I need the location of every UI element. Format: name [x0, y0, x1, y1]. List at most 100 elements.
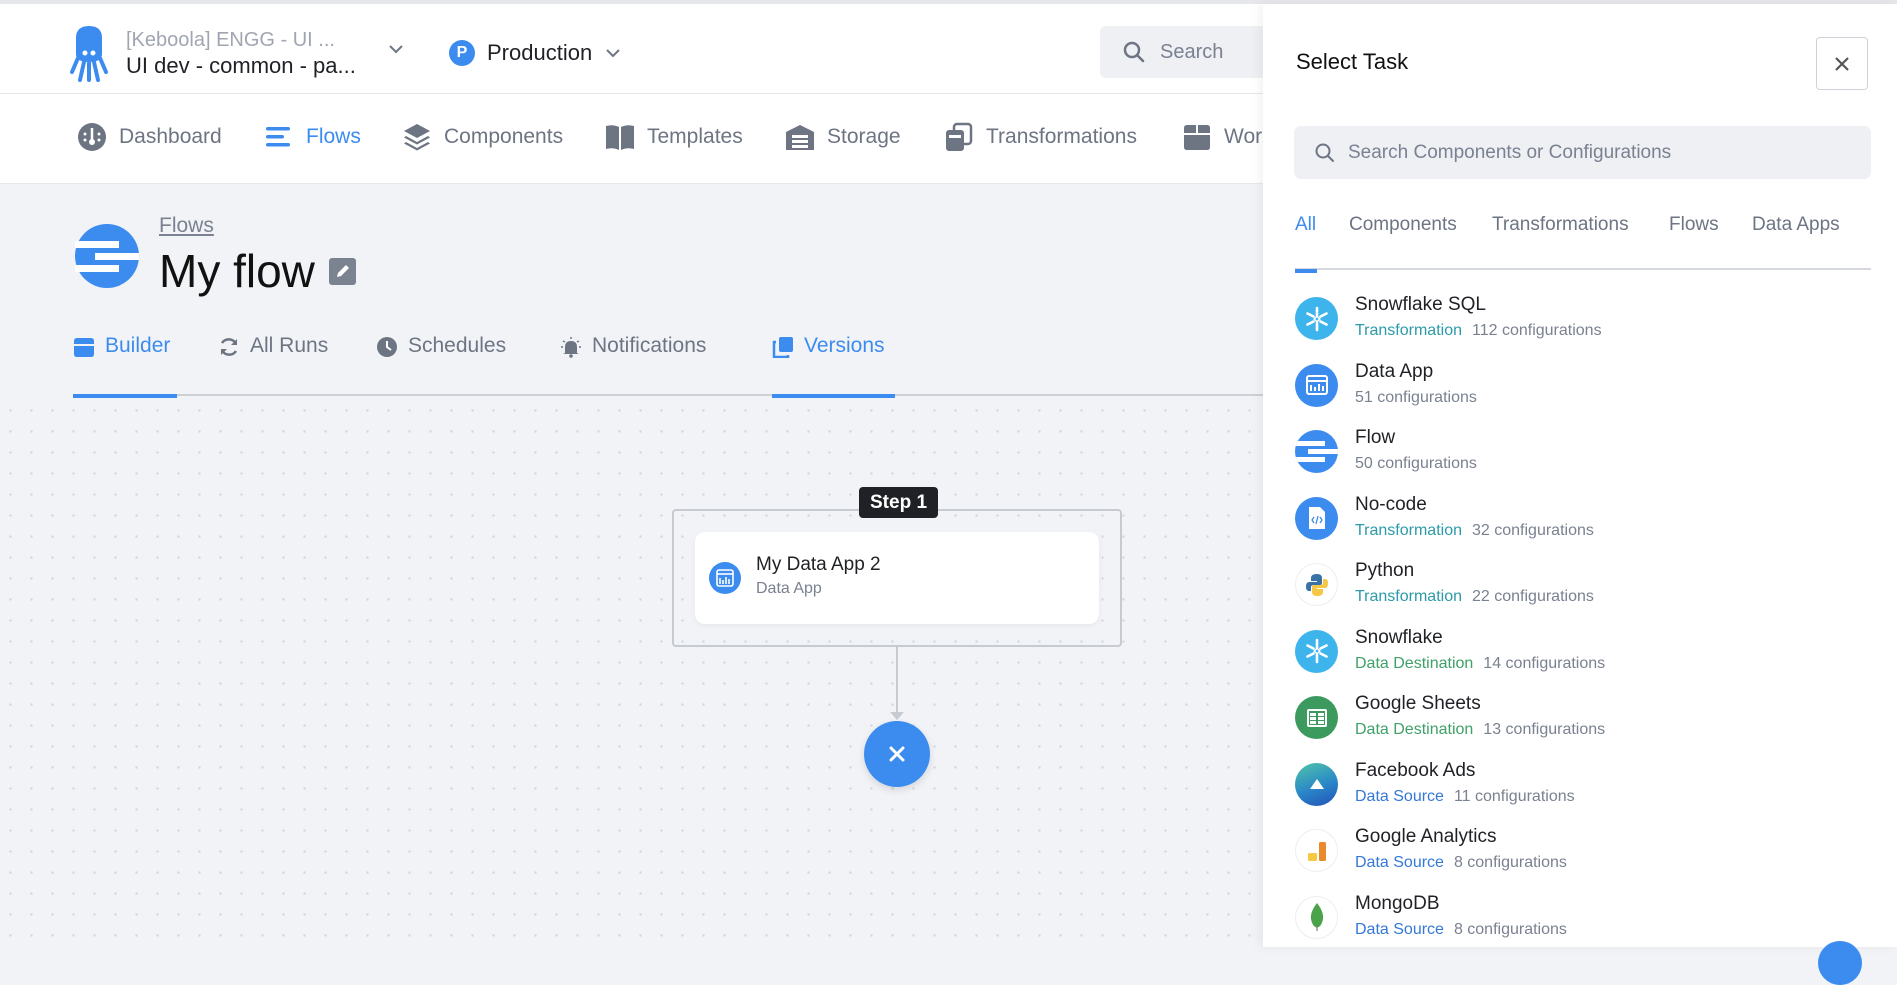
- close-icon: [1835, 56, 1849, 71]
- tab-label: Schedules: [408, 334, 507, 357]
- copy-icon: [772, 337, 793, 358]
- item-config-count: 51 configurations: [1355, 388, 1477, 406]
- panel-tab-transformations[interactable]: Transformations: [1492, 214, 1629, 236]
- panel-tab-components[interactable]: Components: [1349, 214, 1457, 236]
- tab-label: Builder: [105, 334, 171, 357]
- list-item[interactable]: Google Analytics Data Source 8 configurat…: [1295, 826, 1865, 893]
- item-meta: Data Source 8 configurations: [1355, 921, 1567, 939]
- environment-name: Production: [487, 40, 593, 65]
- item-category: Transformation: [1355, 322, 1462, 339]
- select-task-panel: Select Task All Components Transformatio…: [1263, 4, 1897, 947]
- list-item[interactable]: Data App 51 configurations: [1295, 361, 1865, 428]
- item-meta: Data Source 11 configurations: [1355, 788, 1575, 806]
- list-item[interactable]: Google Sheets Data Destination 13 configu…: [1295, 693, 1865, 760]
- flows-icon: [266, 127, 290, 147]
- layers-icon: [404, 124, 430, 151]
- item-category: Data Source: [1355, 787, 1444, 805]
- data-app-icon: [1295, 363, 1338, 407]
- google-analytics-icon: [1295, 829, 1338, 872]
- tab-versions[interactable]: Versions: [772, 330, 895, 398]
- nav-item-label: Templates: [647, 125, 743, 148]
- component-search[interactable]: [1294, 126, 1871, 179]
- tab-all-runs[interactable]: All Runs: [218, 330, 328, 396]
- facebook-ads-icon: [1295, 762, 1338, 806]
- item-meta: Data Source 8 configurations: [1355, 854, 1567, 872]
- box-icon: [74, 338, 94, 357]
- list-item[interactable]: Snowflake Data Destination 14 configurati…: [1295, 627, 1865, 694]
- list-item[interactable]: Facebook Ads Data Source 11 configuration…: [1295, 760, 1865, 827]
- box-icon: [1184, 125, 1210, 150]
- flow-canvas[interactable]: [0, 400, 1263, 947]
- item-meta: Transformation 32 configurations: [1355, 522, 1594, 540]
- nav-item-label: Wor: [1224, 125, 1263, 148]
- item-category: Data Destination: [1355, 654, 1474, 672]
- item-config-count: 50 configurations: [1355, 455, 1477, 472]
- tab-label: Versions: [804, 334, 885, 357]
- close-add-task-button[interactable]: [864, 721, 930, 787]
- item-meta: 50 configurations: [1355, 455, 1477, 473]
- mongodb-icon: [1295, 895, 1338, 939]
- environment-selector[interactable]: P Production: [449, 40, 622, 66]
- item-config-count: 14 configurations: [1483, 654, 1606, 672]
- panel-tab-flows[interactable]: Flows: [1669, 214, 1719, 236]
- edit-title-button[interactable]: [328, 257, 356, 285]
- nav-item-transformations[interactable]: Transformations: [944, 122, 1137, 152]
- nav-item-components[interactable]: Components: [402, 122, 563, 152]
- item-config-count: 22 configurations: [1472, 588, 1594, 605]
- panel-tab-data-apps[interactable]: Data Apps: [1752, 214, 1840, 236]
- breadcrumb-flows[interactable]: Flows: [159, 214, 214, 238]
- page-title: My flow: [159, 245, 315, 297]
- nav-item-storage[interactable]: Storage: [785, 122, 901, 152]
- nav-item-templates[interactable]: Templates: [605, 122, 743, 152]
- data-app-icon: [709, 562, 741, 594]
- item-meta: Transformation 22 configurations: [1355, 588, 1594, 606]
- list-item[interactable]: MongoDB Data Source 8 configurations: [1295, 893, 1865, 960]
- list-item[interactable]: Snowflake SQL Transformation 112 configur…: [1295, 294, 1865, 361]
- flow-icon: [1295, 430, 1338, 473]
- python-icon: [1295, 563, 1338, 606]
- item-name: Data App: [1355, 360, 1434, 382]
- list-item[interactable]: No-code Transformation 32 configurations: [1295, 494, 1865, 561]
- component-search-input[interactable]: [1348, 141, 1848, 164]
- warehouse-icon: [786, 125, 814, 150]
- keboola-logo-icon[interactable]: [70, 24, 108, 82]
- item-config-count: 8 configurations: [1453, 920, 1567, 938]
- project-name: UI dev - common - pa...: [126, 53, 356, 78]
- tab-label: All Runs: [250, 334, 329, 357]
- task-card[interactable]: My Data App 2 Data App: [695, 532, 1099, 624]
- tab-label: Notifications: [592, 334, 707, 357]
- nav-item-dashboard[interactable]: Dashboard: [77, 122, 222, 152]
- phase-label[interactable]: Step 1: [859, 487, 939, 518]
- close-icon: [889, 746, 905, 762]
- nav-item-flows[interactable]: Flows: [264, 122, 361, 152]
- item-name: Facebook Ads: [1355, 759, 1476, 781]
- nav-item-label: Dashboard: [119, 125, 222, 148]
- tab-builder[interactable]: Builder: [73, 330, 177, 398]
- panel-close-button[interactable]: [1816, 37, 1868, 90]
- help-fab-button[interactable]: [1818, 941, 1862, 985]
- tab-notifications[interactable]: Notifications: [560, 330, 706, 396]
- transformations-icon: [946, 122, 973, 151]
- tab-schedules[interactable]: Schedules: [376, 330, 506, 396]
- item-name: Snowflake: [1355, 626, 1443, 648]
- item-config-count: 13 configurations: [1483, 721, 1606, 738]
- item-config-count: 11 configurations: [1453, 787, 1575, 805]
- nav-item-workspaces[interactable]: Wor: [1182, 122, 1262, 152]
- list-item[interactable]: Python Transformation 22 configurations: [1295, 560, 1865, 627]
- item-category: Data Destination: [1355, 721, 1474, 738]
- list-item[interactable]: Flow 50 configurations: [1295, 427, 1865, 494]
- panel-tab-all[interactable]: All: [1295, 214, 1318, 273]
- global-search[interactable]: Search: [1100, 26, 1280, 78]
- environment-badge: P: [449, 40, 475, 66]
- item-config-count: 32 configurations: [1472, 521, 1594, 539]
- bell-icon: [561, 337, 581, 358]
- page-title-row: My flow: [159, 244, 356, 298]
- item-name: No-code: [1355, 493, 1427, 515]
- item-name: Snowflake SQL: [1355, 294, 1486, 315]
- project-selector[interactable]: [Keboola] ENGG - UI ... UI dev - common …: [126, 28, 356, 80]
- flow-icon: [75, 224, 139, 288]
- project-chevron-down-icon[interactable]: [387, 40, 405, 58]
- item-name: Flow: [1355, 427, 1396, 448]
- book-icon: [606, 125, 634, 150]
- panel-tabs: All Components Transformations Flows Dat…: [1295, 204, 1871, 273]
